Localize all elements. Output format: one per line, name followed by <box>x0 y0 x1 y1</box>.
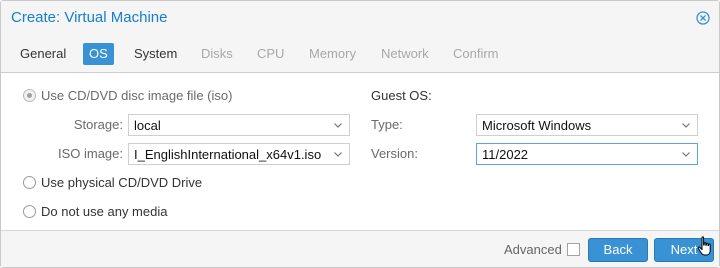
hand-pointer-icon <box>697 236 711 256</box>
os-type-select[interactable]: Microsoft Windows <box>476 114 698 136</box>
physical-drive-radio[interactable] <box>23 176 36 189</box>
tab-general[interactable]: General <box>14 43 72 65</box>
tab-network: Network <box>381 46 429 61</box>
back-button[interactable]: Back <box>588 238 648 262</box>
tab-system[interactable]: System <box>128 43 183 65</box>
os-version-label: Version: <box>371 146 418 161</box>
iso-image-label: ISO image: <box>57 146 123 161</box>
iso-image-option-label: Use CD/DVD disc image file (iso) <box>41 88 233 103</box>
advanced-checkbox[interactable] <box>567 243 580 256</box>
physical-drive-option-label: Use physical CD/DVD Drive <box>41 175 203 190</box>
advanced-label: Advanced <box>504 242 562 257</box>
chevron-down-icon <box>682 123 690 128</box>
storage-select[interactable]: local <box>128 114 350 136</box>
storage-label: Storage: <box>73 117 123 132</box>
no-media-radio[interactable] <box>23 205 36 218</box>
tab-cpu: CPU <box>257 46 285 61</box>
iso-image-value: I_EnglishInternational_x64v1.iso <box>134 147 322 162</box>
create-vm-dialog: Create: Virtual Machine General OS Syste… <box>0 0 720 268</box>
chevron-down-icon <box>682 152 690 157</box>
no-media-option-label: Do not use any media <box>41 204 168 219</box>
tab-disks: Disks <box>201 46 233 61</box>
chevron-down-icon <box>334 123 342 128</box>
dialog-title: Create: Virtual Machine <box>11 9 168 26</box>
os-type-value: Microsoft Windows <box>482 118 592 133</box>
guest-os-heading: Guest OS: <box>371 88 432 103</box>
chevron-down-icon <box>334 152 342 157</box>
tab-confirm: Confirm <box>453 46 499 61</box>
wizard-tabs: General OS System Disks CPU Memory Netwo… <box>1 35 719 73</box>
os-version-value: 11/2022 <box>482 147 529 162</box>
dialog-footer: Advanced Back Next <box>1 230 719 267</box>
tab-os[interactable]: OS <box>83 43 114 65</box>
tab-memory: Memory <box>309 46 356 61</box>
iso-image-select[interactable]: I_EnglishInternational_x64v1.iso <box>128 143 350 165</box>
iso-image-radio[interactable] <box>23 89 36 102</box>
os-type-label: Type: <box>371 117 403 132</box>
os-version-select[interactable]: 11/2022 <box>476 143 698 165</box>
close-icon[interactable] <box>696 11 710 25</box>
storage-value: local <box>134 118 161 133</box>
dialog-header: Create: Virtual Machine <box>1 1 719 35</box>
